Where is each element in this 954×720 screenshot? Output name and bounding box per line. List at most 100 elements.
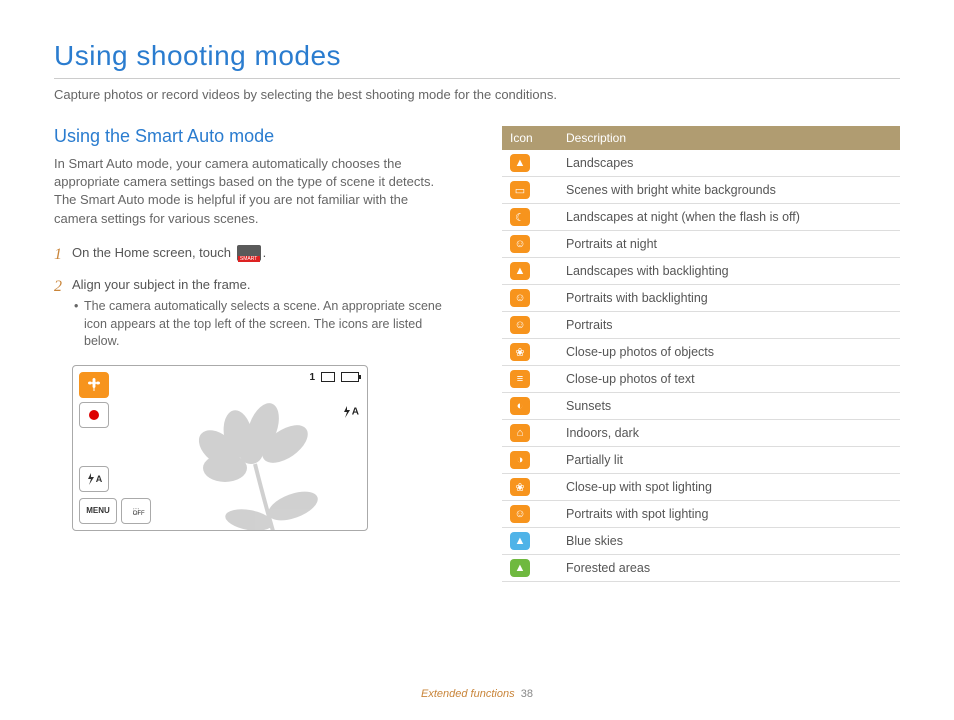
table-row: ☾ Landscapes at night (when the flash is … bbox=[502, 204, 900, 231]
mode-icon: ▭ bbox=[510, 181, 530, 199]
table-cell-description: Landscapes with backlighting bbox=[558, 258, 900, 285]
table-cell-description: Close-up photos of objects bbox=[558, 339, 900, 366]
page-title: Using shooting modes bbox=[54, 40, 900, 72]
off-button-icon: ⬚OFF bbox=[121, 498, 151, 524]
table-row: ☺ Portraits with backlighting bbox=[502, 285, 900, 312]
mode-icon: ☾ bbox=[510, 208, 530, 226]
page-intro: Capture photos or record videos by selec… bbox=[54, 87, 900, 102]
step-2: 2 Align your subject in the frame. The c… bbox=[54, 276, 454, 351]
mode-icon: ≡ bbox=[510, 370, 530, 388]
steps-list: 1 On the Home screen, touch . 2 Align yo… bbox=[54, 244, 454, 351]
flash-indicator-icon: A bbox=[342, 406, 359, 418]
table-cell-icon: ▲ bbox=[502, 555, 558, 582]
table-cell-icon: ❀ bbox=[502, 339, 558, 366]
table-cell-description: Forested areas bbox=[558, 555, 900, 582]
table-row: ◐ Sunsets bbox=[502, 393, 900, 420]
table-cell-icon: ❀ bbox=[502, 474, 558, 501]
table-cell-icon: ☺ bbox=[502, 312, 558, 339]
table-cell-description: Landscapes bbox=[558, 150, 900, 177]
step-1-body: On the Home screen, touch . bbox=[72, 244, 454, 266]
smart-auto-icon bbox=[237, 245, 261, 261]
table-header-description: Description bbox=[558, 126, 900, 150]
flash-auto-button-icon: A bbox=[79, 466, 109, 492]
mode-icon: ❀ bbox=[510, 478, 530, 496]
table-cell-description: Sunsets bbox=[558, 393, 900, 420]
mode-icon: ☺ bbox=[510, 316, 530, 334]
table-cell-icon: ▭ bbox=[502, 177, 558, 204]
table-row: ☺ Portraits with spot lighting bbox=[502, 501, 900, 528]
record-button-icon bbox=[79, 402, 109, 428]
table-cell-icon: ☺ bbox=[502, 231, 558, 258]
mode-icon: ❀ bbox=[510, 343, 530, 361]
table-row: ☺ Portraits at night bbox=[502, 231, 900, 258]
table-cell-description: Portraits with backlighting bbox=[558, 285, 900, 312]
step-2-subtext: The camera automatically selects a scene… bbox=[72, 298, 454, 351]
lcd-status-bar: 1 bbox=[309, 372, 359, 383]
flash-icon bbox=[86, 473, 96, 485]
macro-flower-icon bbox=[86, 378, 102, 392]
shot-count: 1 bbox=[309, 372, 315, 383]
section-desc: In Smart Auto mode, your camera automati… bbox=[54, 155, 454, 228]
table-row: ▭ Scenes with bright white backgrounds bbox=[502, 177, 900, 204]
step-2-text: Align your subject in the frame. bbox=[72, 277, 250, 292]
table-cell-description: Scenes with bright white backgrounds bbox=[558, 177, 900, 204]
mode-icon: ☺ bbox=[510, 235, 530, 253]
table-cell-description: Portraits bbox=[558, 312, 900, 339]
section-title: Using the Smart Auto mode bbox=[54, 126, 454, 147]
table-row: ▲ Forested areas bbox=[502, 555, 900, 582]
table-row: ▲ Landscapes with backlighting bbox=[502, 258, 900, 285]
mode-icon: ▲ bbox=[510, 154, 530, 172]
table-row: ⌂ Indoors, dark bbox=[502, 420, 900, 447]
battery-icon bbox=[341, 372, 359, 382]
footer-section: Extended functions bbox=[421, 688, 515, 700]
table-row: ◑ Partially lit bbox=[502, 447, 900, 474]
mode-icon: ⌂ bbox=[510, 424, 530, 442]
menu-button-icon: MENU bbox=[79, 498, 117, 524]
mode-icon: ▲ bbox=[510, 559, 530, 577]
table-cell-description: Portraits with spot lighting bbox=[558, 501, 900, 528]
step-2-body: Align your subject in the frame. The cam… bbox=[72, 276, 454, 351]
table-cell-icon: ⌂ bbox=[502, 420, 558, 447]
table-cell-description: Indoors, dark bbox=[558, 420, 900, 447]
table-cell-icon: ◑ bbox=[502, 447, 558, 474]
sd-card-icon bbox=[321, 372, 335, 382]
table-row: ▲ Landscapes bbox=[502, 150, 900, 177]
table-cell-description: Landscapes at night (when the flash is o… bbox=[558, 204, 900, 231]
table-row: ≡ Close-up photos of text bbox=[502, 366, 900, 393]
mode-icon: ☺ bbox=[510, 505, 530, 523]
table-cell-description: Partially lit bbox=[558, 447, 900, 474]
table-cell-icon: ☾ bbox=[502, 204, 558, 231]
step-1-text-b: . bbox=[263, 245, 267, 260]
title-rule bbox=[54, 78, 900, 79]
scene-mode-icon bbox=[79, 372, 109, 398]
mode-icon: ▲ bbox=[510, 262, 530, 280]
flower-illustration-icon bbox=[163, 386, 343, 531]
table-cell-description: Portraits at night bbox=[558, 231, 900, 258]
table-cell-icon: ▲ bbox=[502, 528, 558, 555]
table-cell-icon: ☺ bbox=[502, 285, 558, 312]
flash-auto-label: A bbox=[96, 474, 103, 484]
step-2-sublist: The camera automatically selects a scene… bbox=[72, 298, 454, 351]
mode-icon: ☺ bbox=[510, 289, 530, 307]
step-2-number: 2 bbox=[54, 276, 72, 351]
table-row: ❀ Close-up with spot lighting bbox=[502, 474, 900, 501]
table-cell-description: Close-up with spot lighting bbox=[558, 474, 900, 501]
table-cell-icon: ☺ bbox=[502, 501, 558, 528]
table-cell-description: Close-up photos of text bbox=[558, 366, 900, 393]
mode-icon: ◐ bbox=[510, 397, 530, 415]
table-cell-description: Blue skies bbox=[558, 528, 900, 555]
left-column: Using the Smart Auto mode In Smart Auto … bbox=[54, 126, 454, 582]
table-header-icon: Icon bbox=[502, 126, 558, 150]
right-column: Icon Description ▲ Landscapes ▭ Scenes with… bbox=[502, 126, 900, 582]
table-row: ☺ Portraits bbox=[502, 312, 900, 339]
step-1: 1 On the Home screen, touch . bbox=[54, 244, 454, 266]
camera-lcd-illustration: A MENU ⬚OFF 1 A bbox=[72, 365, 368, 531]
page-footer: Extended functions 38 bbox=[0, 688, 954, 700]
step-1-text-a: On the Home screen, touch bbox=[72, 245, 235, 260]
mode-icon: ▲ bbox=[510, 532, 530, 550]
table-cell-icon: ◐ bbox=[502, 393, 558, 420]
table-row: ▲ Blue skies bbox=[502, 528, 900, 555]
table-cell-icon: ≡ bbox=[502, 366, 558, 393]
table-cell-icon: ▲ bbox=[502, 258, 558, 285]
mode-icon: ◑ bbox=[510, 451, 530, 469]
